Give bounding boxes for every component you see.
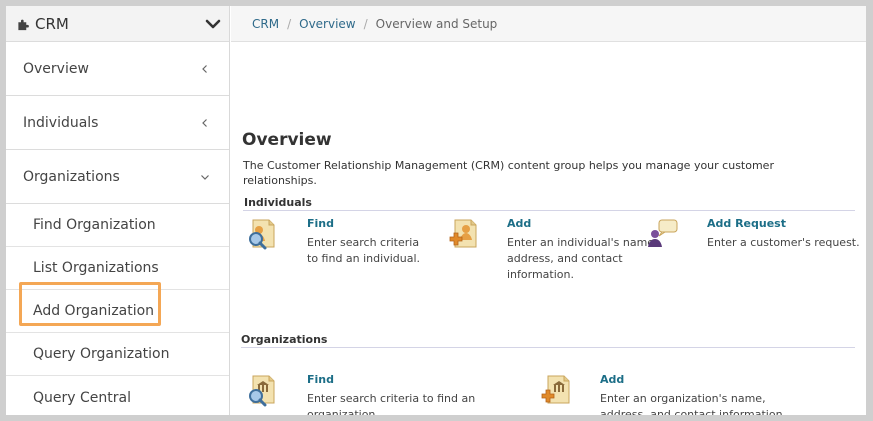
add-individual-icon: [449, 219, 477, 248]
action-add-request[interactable]: Add Request Enter a customer's request.: [645, 217, 865, 251]
sidebar-title: CRM: [35, 14, 69, 33]
sidebar-subitem-query-central[interactable]: Query Central: [6, 376, 229, 415]
add-organization-icon: [541, 375, 570, 404]
action-title[interactable]: Add Request: [707, 217, 866, 230]
find-individual-icon: [249, 219, 275, 250]
sidebar-item-label: Overview: [23, 60, 89, 77]
sidebar-subitem-query-organization[interactable]: Query Organization: [6, 333, 229, 376]
sidebar-item-label: Individuals: [23, 114, 99, 131]
find-organization-icon: [249, 375, 275, 407]
action-title[interactable]: Find: [307, 217, 431, 230]
sidebar-subitem-add-organization[interactable]: Add Organization: [6, 290, 229, 333]
action-description: Enter a customer's request.: [707, 236, 860, 249]
action-add-organization[interactable]: Add Enter an organization's name, addres…: [538, 373, 838, 415]
sidebar-item-organizations[interactable]: Organizations: [6, 150, 229, 204]
action-find-organization[interactable]: Find Enter search criteria to find an or…: [245, 373, 535, 415]
sidebar-item-label: Organizations: [23, 168, 120, 185]
sidebar-subitem-list-organizations[interactable]: List Organizations: [6, 247, 229, 290]
section-divider: [243, 210, 855, 211]
sidebar-item-overview[interactable]: Overview: [6, 42, 229, 96]
main-content: CRM / Overview / Overview and Setup Over…: [231, 6, 866, 415]
action-description: Enter search criteria to find an individ…: [307, 236, 421, 265]
breadcrumb-separator: /: [287, 16, 292, 31]
breadcrumb-crm[interactable]: CRM: [252, 17, 279, 31]
action-title[interactable]: Add: [600, 373, 815, 386]
chevron-down-icon: [201, 174, 209, 180]
app-frame: CRM Overview Individuals Organizations F…: [6, 6, 866, 415]
action-add-individual[interactable]: Add Enter an individual's name address, …: [445, 217, 665, 283]
breadcrumb-separator: /: [363, 16, 368, 31]
action-description: Enter search criteria to find an organiz…: [307, 392, 476, 415]
action-title[interactable]: Add: [507, 217, 657, 230]
chevron-down-icon[interactable]: [205, 18, 221, 30]
section-heading-organizations: Organizations: [241, 333, 328, 346]
section-divider: [241, 347, 855, 348]
sidebar-header[interactable]: CRM: [6, 6, 229, 42]
page-title: Overview: [242, 130, 332, 150]
action-description: Enter an individual's name address, and …: [507, 236, 655, 281]
sidebar-subitem-find-organization[interactable]: Find Organization: [6, 204, 229, 247]
sidebar: CRM Overview Individuals Organizations F…: [6, 6, 230, 415]
add-request-icon: [648, 219, 678, 247]
chevron-left-icon: [202, 64, 207, 73]
action-title[interactable]: Find: [307, 373, 477, 386]
breadcrumb: CRM / Overview / Overview and Setup: [231, 6, 866, 42]
action-find-individual[interactable]: Find Enter search criteria to find an in…: [245, 217, 445, 267]
intro-text: The Customer Relationship Management (CR…: [243, 159, 774, 187]
sidebar-item-individuals[interactable]: Individuals: [6, 96, 229, 150]
breadcrumb-overview[interactable]: Overview: [299, 17, 356, 31]
action-description: Enter an organization's name, address, a…: [600, 392, 787, 415]
section-heading-individuals: Individuals: [244, 196, 312, 209]
chevron-left-icon: [202, 118, 207, 127]
puzzle-icon: [18, 19, 29, 30]
breadcrumb-current: Overview and Setup: [375, 16, 498, 31]
